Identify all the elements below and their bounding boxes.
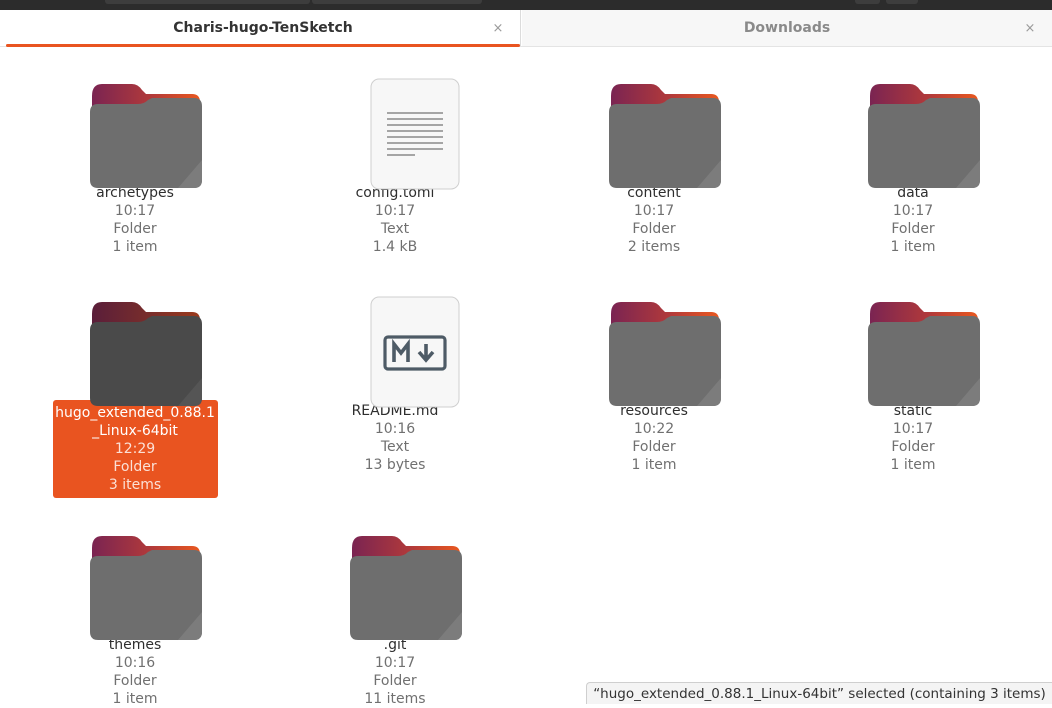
file-time: 10:17 — [374, 203, 416, 219]
file-item[interactable]: resources 10:22 Folder 1 item — [569, 282, 739, 474]
file-caption: README.md 10:16 Text 13 bytes — [312, 400, 478, 474]
file-kind: Text — [380, 439, 410, 455]
text-document-icon — [330, 64, 460, 190]
file-kind: Text — [380, 221, 410, 237]
file-kind: Folder — [373, 673, 417, 689]
folder-icon-graphic — [609, 84, 721, 188]
text-document-graphic — [370, 78, 460, 190]
close-icon[interactable]: × — [1022, 20, 1038, 36]
file-info: 1 item — [890, 457, 936, 473]
file-info: 2 items — [627, 239, 681, 255]
file-item[interactable]: static 10:17 Folder 1 item — [828, 282, 998, 474]
file-kind: Folder — [632, 221, 676, 237]
tab-downloads[interactable]: Downloads × — [522, 10, 1052, 46]
markdown-document-graphic — [370, 296, 460, 408]
file-caption: resources 10:22 Folder 1 item — [571, 400, 737, 474]
file-caption: archetypes 10:17 Folder 1 item — [52, 182, 218, 256]
file-item[interactable]: README.md 10:16 Text 13 bytes — [310, 282, 480, 474]
folder-icon — [589, 64, 721, 188]
file-name: hugo_extended_0.88.1_Linux-64bit — [55, 405, 215, 439]
file-grid: archetypes 10:17 Folder 1 item config.toml 1… — [0, 46, 1052, 707]
file-info: 1 item — [112, 239, 158, 255]
folder-icon — [330, 516, 462, 640]
top-strip-segment — [312, 0, 482, 4]
selection-highlight: hugo_extended_0.88.1_Linux-64bit 12:29 Fol… — [52, 400, 218, 498]
file-caption: static 10:17 Folder 1 item — [830, 400, 996, 474]
file-time: 10:17 — [374, 655, 416, 671]
file-item[interactable]: .git 10:17 Folder 11 items — [310, 516, 480, 708]
folder-icon-graphic — [868, 84, 980, 188]
folder-icon-graphic — [350, 536, 462, 640]
folder-icon-graphic — [868, 302, 980, 406]
status-bar: “hugo_extended_0.88.1_Linux-64bit” selec… — [586, 682, 1052, 704]
file-info: 1 item — [631, 457, 677, 473]
file-info: 1.4 kB — [372, 239, 418, 255]
file-time: 12:29 — [114, 441, 156, 457]
file-item[interactable]: themes 10:16 Folder 1 item — [50, 516, 220, 708]
file-kind: Folder — [113, 459, 157, 475]
file-kind: Folder — [113, 673, 157, 689]
tab-label: Charis-hugo-TenSketch — [173, 20, 353, 36]
file-time: 10:16 — [114, 655, 156, 671]
window-top-strip — [0, 0, 1052, 10]
folder-icon — [848, 282, 980, 406]
file-item[interactable]: content 10:17 Folder 2 items — [569, 64, 739, 256]
tab-separator — [520, 10, 521, 46]
tab-label: Downloads — [743, 20, 831, 36]
folder-icon — [848, 64, 980, 188]
top-strip-segment — [886, 0, 918, 4]
status-text: “hugo_extended_0.88.1_Linux-64bit” selec… — [593, 685, 1046, 702]
file-kind: Folder — [891, 221, 935, 237]
file-info: 11 items — [364, 691, 426, 707]
file-caption: .git 10:17 Folder 11 items — [312, 634, 478, 708]
folder-icon-graphic — [90, 302, 202, 406]
folder-icon-graphic — [90, 536, 202, 640]
folder-icon — [70, 516, 202, 640]
file-kind: Folder — [113, 221, 157, 237]
file-info: 13 bytes — [364, 457, 426, 473]
file-time: 10:17 — [633, 203, 675, 219]
file-time: 10:17 — [892, 203, 934, 219]
file-time: 10:16 — [374, 421, 416, 437]
tab-charis-hugo-tensketch[interactable]: Charis-hugo-TenSketch × — [6, 10, 520, 47]
tab-bar: Charis-hugo-TenSketch × Downloads × — [0, 10, 1052, 47]
folder-icon — [70, 64, 202, 188]
file-item[interactable]: config.toml 10:17 Text 1.4 kB — [310, 64, 480, 256]
folder-icon — [70, 282, 202, 406]
file-item[interactable]: archetypes 10:17 Folder 1 item — [50, 64, 220, 256]
file-info: 1 item — [112, 691, 158, 707]
file-time: 10:22 — [633, 421, 675, 437]
file-caption: data 10:17 Folder 1 item — [830, 182, 996, 256]
close-icon[interactable]: × — [490, 20, 506, 36]
file-time: 10:17 — [892, 421, 934, 437]
file-caption: content 10:17 Folder 2 items — [571, 182, 737, 256]
file-info: 1 item — [890, 239, 936, 255]
file-caption: themes 10:16 Folder 1 item — [52, 634, 218, 708]
file-kind: Folder — [891, 439, 935, 455]
file-info: 3 items — [108, 477, 162, 493]
markdown-document-icon — [330, 282, 460, 408]
file-time: 10:17 — [114, 203, 156, 219]
file-item[interactable]: hugo_extended_0.88.1_Linux-64bit 12:29 Fol… — [50, 282, 220, 498]
top-strip-segment — [105, 0, 310, 4]
file-caption: config.toml 10:17 Text 1.4 kB — [312, 182, 478, 256]
folder-icon — [589, 282, 721, 406]
top-strip-segment — [855, 0, 880, 4]
folder-icon-graphic — [90, 84, 202, 188]
folder-icon-graphic — [609, 302, 721, 406]
file-item[interactable]: data 10:17 Folder 1 item — [828, 64, 998, 256]
file-kind: Folder — [632, 439, 676, 455]
